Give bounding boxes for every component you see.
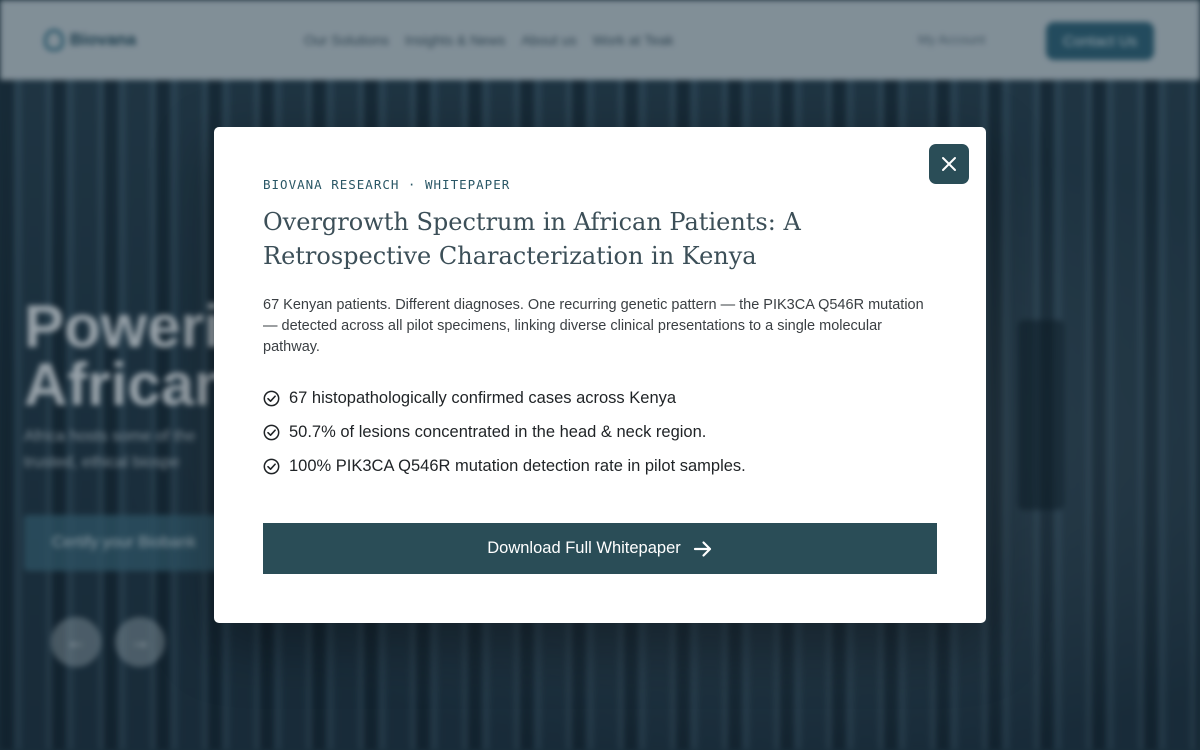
- check-circle-icon: [263, 424, 280, 440]
- close-button[interactable]: [929, 144, 969, 184]
- check-circle-icon: [263, 458, 280, 474]
- check-circle-icon: [263, 390, 280, 406]
- list-item: 50.7% of lesions concentrated in the hea…: [263, 415, 746, 449]
- modal-description: 67 Kenyan patients. Different diagnoses.…: [263, 297, 924, 355]
- modal-eyebrow: BIOVANA RESEARCH · WHITEPAPER: [263, 177, 511, 192]
- highlights-list: 67 histopathologically confirmed cases a…: [263, 381, 746, 483]
- download-whitepaper-button[interactable]: Download Full Whitepaper: [263, 523, 937, 574]
- whitepaper-modal: BIOVANA RESEARCH · WHITEPAPER Overgrowth…: [214, 127, 986, 623]
- list-item-text: 67 histopathologically confirmed cases a…: [289, 388, 677, 407]
- arrow-right-icon: [693, 540, 711, 557]
- list-item-text: 100% PIK3CA Q546R mutation detection rat…: [289, 456, 746, 475]
- list-item: 67 histopathologically confirmed cases a…: [263, 381, 746, 415]
- close-icon: [942, 157, 956, 171]
- list-item: 100% PIK3CA Q546R mutation detection rat…: [263, 449, 746, 483]
- download-button-label: Download Full Whitepaper: [487, 539, 681, 557]
- modal-title: Overgrowth Spectrum in African Patients:…: [263, 208, 801, 270]
- list-item-text: 50.7% of lesions concentrated in the hea…: [289, 422, 707, 441]
